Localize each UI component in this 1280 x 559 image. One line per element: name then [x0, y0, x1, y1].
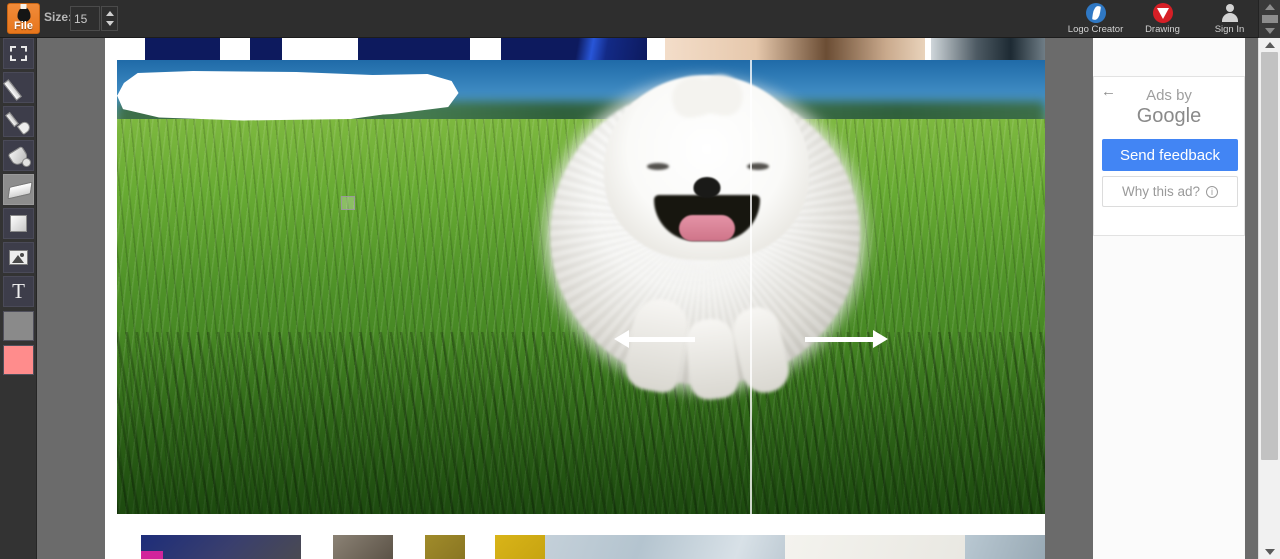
edited-photo[interactable]	[117, 60, 1045, 514]
send-feedback-button[interactable]: Send feedback	[1102, 139, 1238, 171]
user-avatar-icon	[1220, 3, 1240, 23]
page-scrollbar[interactable]	[1258, 38, 1280, 559]
dog-tongue	[679, 215, 735, 241]
thumb-sliver	[785, 535, 965, 559]
file-button[interactable]: File	[7, 3, 40, 34]
thumb-sliver	[250, 38, 282, 60]
scroll-down-icon[interactable]	[1265, 549, 1275, 555]
scroll-thumb[interactable]	[1261, 52, 1278, 460]
thumb-sliver	[665, 38, 925, 60]
arrow-right-icon	[873, 330, 888, 348]
foreground-color-swatch[interactable]	[3, 311, 34, 341]
ads-by-google-label: Ads by Google	[1094, 77, 1244, 127]
toolbar-account-group: Logo Creator Drawing Sign In	[1067, 0, 1256, 38]
split-divider-line	[750, 60, 752, 514]
size-label: Size:	[44, 10, 73, 24]
size-input[interactable]	[70, 6, 100, 31]
thumbnail-strip-below	[105, 535, 1045, 559]
thumb-sliver	[145, 38, 220, 60]
size-stepper[interactable]	[101, 6, 118, 31]
dog-eye	[647, 163, 669, 170]
toolbar-scroll-thumb[interactable]	[1262, 15, 1278, 23]
marquee-select-icon	[10, 46, 27, 61]
toolbar-scroll-up-icon[interactable]	[1265, 4, 1275, 10]
info-icon: i	[1206, 185, 1219, 198]
dog-subject	[542, 67, 872, 402]
thumb-sliver	[545, 535, 785, 559]
square-eraser-cursor	[341, 196, 355, 210]
text-t-icon: T	[12, 279, 25, 303]
prev-image-arrow[interactable]	[614, 330, 695, 348]
thumb-sliver	[425, 535, 465, 559]
toolbar-scrollbar[interactable]	[1258, 0, 1280, 38]
top-toolbar: File Size: Logo Creator Drawing Sign In	[0, 0, 1280, 38]
eraser-tool[interactable]	[3, 174, 34, 205]
drawing-button[interactable]: Drawing	[1136, 0, 1189, 38]
toolbar-scroll-down-icon[interactable]	[1265, 28, 1275, 34]
ads-by-line2: Google	[1136, 105, 1202, 127]
background-color-swatch[interactable]	[3, 345, 34, 375]
sign-in-label: Sign In	[1214, 24, 1245, 35]
stepper-up-icon[interactable]	[106, 11, 114, 16]
shape-tool[interactable]	[3, 208, 34, 239]
canvas-workspace: ← Ads by Google Send feedback Why this a…	[37, 38, 1258, 559]
document-page	[105, 38, 1045, 559]
thumb-sliver	[358, 38, 470, 60]
file-button-label: File	[14, 20, 33, 32]
pencil-tool[interactable]	[3, 72, 34, 103]
thumb-sliver	[333, 535, 393, 559]
thumb-sliver	[501, 38, 647, 60]
why-this-ad-label: Why this ad?	[1121, 184, 1201, 199]
scroll-up-icon[interactable]	[1265, 42, 1275, 48]
stepper-down-icon[interactable]	[106, 21, 114, 26]
logo-creator-label: Logo Creator	[1067, 24, 1124, 35]
next-image-arrow[interactable]	[805, 330, 888, 348]
thumb-sliver	[495, 535, 545, 559]
dog-nose	[693, 177, 721, 198]
thumb-sliver	[965, 535, 1045, 559]
arrow-left-icon	[614, 330, 629, 348]
thumb-sliver	[141, 551, 163, 559]
ads-panel: ← Ads by Google Send feedback Why this a…	[1093, 76, 1245, 236]
brush-tool[interactable]	[3, 106, 34, 137]
logo-creator-icon	[1085, 3, 1106, 23]
arrow-left-shaft	[628, 337, 695, 342]
bucket-tool[interactable]	[3, 140, 34, 171]
square-shape-icon	[10, 215, 27, 232]
sign-in-button[interactable]: Sign In	[1203, 0, 1256, 38]
picture-icon	[9, 250, 28, 265]
why-this-ad-button[interactable]: Why this ad? i	[1102, 176, 1238, 207]
image-tool[interactable]	[3, 242, 34, 273]
ads-by-line1: Ads by	[1146, 87, 1192, 104]
thumb-sliver	[141, 535, 301, 559]
thumbnail-strip-above	[105, 38, 1045, 60]
image-editor-app: File Size: Logo Creator Drawing Sign In	[0, 0, 1280, 559]
logo-creator-button[interactable]: Logo Creator	[1067, 0, 1124, 38]
arrow-right-shaft	[805, 337, 873, 342]
drawing-pen-icon	[1152, 3, 1173, 23]
select-tool[interactable]	[3, 38, 34, 69]
ads-back-arrow-icon[interactable]: ←	[1101, 84, 1116, 99]
tool-rail: T	[0, 38, 37, 559]
drawing-label: Drawing	[1145, 24, 1180, 35]
thumb-sliver	[931, 38, 1045, 60]
text-tool[interactable]: T	[3, 276, 34, 307]
